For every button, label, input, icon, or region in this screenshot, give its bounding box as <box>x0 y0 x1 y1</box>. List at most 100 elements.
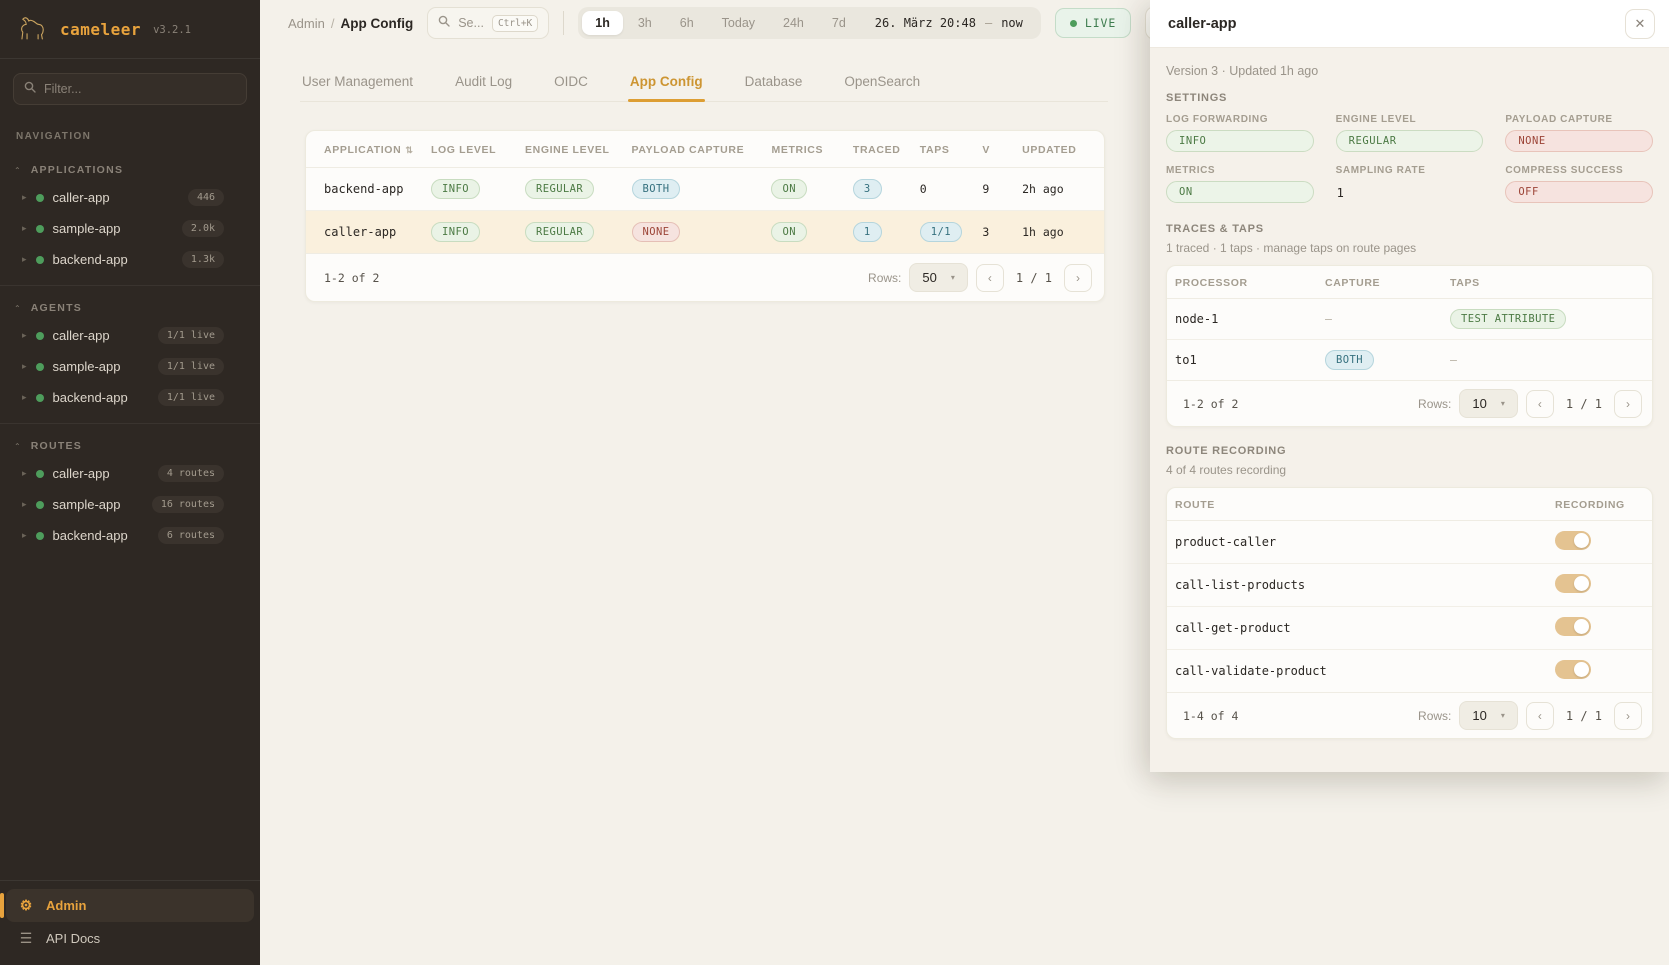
table-cell: call-get-product <box>1167 607 1547 650</box>
sidebar-section-agents: ⌃AGENTS▸caller-app1/1 live▸sample-app1/1… <box>0 285 260 423</box>
field-label: SAMPLING RATE <box>1336 165 1484 176</box>
sidebar-item-caller-app[interactable]: ▸caller-app4 routes <box>0 458 260 489</box>
column-label: LOG LEVEL <box>431 144 496 156</box>
status-badge: NONE <box>632 222 681 242</box>
chevron-right-icon: ▸ <box>22 393 27 402</box>
app-logo-row: cameleer v3.2.1 <box>0 0 260 59</box>
table-cell: 0 <box>912 168 975 211</box>
field-label: PAYLOAD CAPTURE <box>1505 114 1653 125</box>
item-name: sample-app <box>53 497 121 512</box>
column-header-engine-level: ENGINE LEVEL <box>517 131 624 168</box>
settings-grid: LOG FORWARDINGINFOENGINE LEVELREGULARPAY… <box>1166 114 1653 205</box>
table-cell: 3 <box>974 211 1014 254</box>
field-label: ENGINE LEVEL <box>1336 114 1484 125</box>
time-range-1h[interactable]: 1h <box>582 11 623 35</box>
tab-audit-log[interactable]: Audit Log <box>453 70 514 101</box>
status-dot-icon <box>36 501 44 509</box>
tab-user-management[interactable]: User Management <box>300 70 415 101</box>
status-badge: ON <box>771 222 806 242</box>
item-count-badge: 1/1 live <box>158 327 224 344</box>
tab-app-config[interactable]: App Config <box>628 70 705 101</box>
sidebar-item-sample-app[interactable]: ▸sample-app1/1 live <box>0 351 260 382</box>
item-count-badge: 1/1 live <box>158 389 224 406</box>
date-range-display[interactable]: 26. März 20:48 — now <box>861 16 1037 30</box>
recording-toggle[interactable] <box>1555 660 1591 679</box>
table-row[interactable]: caller-appINFOREGULARNONEON11/131h ago <box>306 211 1104 254</box>
recording-subtitle: 4 of 4 routes recording <box>1166 463 1653 477</box>
column-label: UPDATED <box>1022 144 1076 156</box>
column-label: PAYLOAD CAPTURE <box>632 144 745 156</box>
column-label: TAPS <box>1450 277 1480 289</box>
applications-table: APPLICATION⇅ LOG LEVEL ENGINE LEVEL PAYLOAD… <box>306 131 1104 254</box>
column-header-recording: RECORDING <box>1547 488 1652 521</box>
sidebar-item-backend-app[interactable]: ▸backend-app1/1 live <box>0 382 260 413</box>
live-button[interactable]: LIVE <box>1055 8 1131 38</box>
chevron-right-icon: ▸ <box>22 469 27 478</box>
rows-per-page-select[interactable]: 50 ▾ <box>909 263 967 292</box>
table-row[interactable]: backend-appINFOREGULARBOTHON3092h ago <box>306 168 1104 211</box>
chevron-up-icon: ⌃ <box>14 167 21 175</box>
next-page-button[interactable]: › <box>1614 702 1642 730</box>
table-cell: NONE <box>624 211 764 254</box>
filter-input[interactable] <box>44 82 236 96</box>
breadcrumb-parent[interactable]: Admin <box>288 16 325 31</box>
table-row: to1BOTH— <box>1167 340 1652 381</box>
time-range-7d[interactable]: 7d <box>819 11 859 35</box>
global-search[interactable]: Se... Ctrl+K <box>427 7 549 39</box>
section-header-applications[interactable]: ⌃APPLICATIONS <box>0 156 260 182</box>
prev-page-button[interactable]: ‹ <box>1526 390 1554 418</box>
recording-toggle[interactable] <box>1555 531 1591 550</box>
sidebar-item-backend-app[interactable]: ▸backend-app1.3k <box>0 244 260 275</box>
rows-per-page-select[interactable]: 10 ▾ <box>1459 701 1517 730</box>
section-header-routes[interactable]: ⌃ROUTES <box>0 432 260 458</box>
status-badge: BOTH <box>1325 350 1374 370</box>
divider <box>563 11 564 35</box>
sidebar-item-admin[interactable]: ⚙ Admin <box>6 889 254 922</box>
tab-oidc[interactable]: OIDC <box>552 70 590 101</box>
item-label: Admin <box>46 898 86 913</box>
field-label: LOG FORWARDING <box>1166 114 1314 125</box>
column-label: ENGINE LEVEL <box>525 144 610 156</box>
sidebar-item-api-docs[interactable]: ☰API Docs <box>6 922 254 955</box>
sidebar-filter[interactable] <box>13 73 247 105</box>
cell-value: 9 <box>982 182 989 196</box>
sidebar-item-backend-app[interactable]: ▸backend-app6 routes <box>0 520 260 551</box>
prev-page-button[interactable]: ‹ <box>976 264 1004 292</box>
table-cell: call-list-products <box>1167 564 1547 607</box>
recording-toggle[interactable] <box>1555 574 1591 593</box>
sidebar-item-sample-app[interactable]: ▸sample-app2.0k <box>0 213 260 244</box>
cell-value: 0 <box>920 182 927 196</box>
sidebar-item-sample-app[interactable]: ▸sample-app16 routes <box>0 489 260 520</box>
search-icon <box>24 80 36 98</box>
column-label: TRACED <box>853 144 901 156</box>
column-header-v: V <box>974 131 1014 168</box>
cell-value: backend-app <box>324 182 403 196</box>
tab-database[interactable]: Database <box>743 70 805 101</box>
next-page-button[interactable]: › <box>1614 390 1642 418</box>
sidebar-item-caller-app[interactable]: ▸caller-app446 <box>0 182 260 213</box>
recording-toggle[interactable] <box>1555 617 1591 636</box>
page-indicator: 1 / 1 <box>1566 397 1602 411</box>
page-indicator: 1 / 1 <box>1016 271 1052 285</box>
item-name: backend-app <box>53 252 128 267</box>
rows-per-page-select[interactable]: 10 ▾ <box>1459 389 1517 418</box>
prev-page-button[interactable]: ‹ <box>1526 702 1554 730</box>
table-cell: call-validate-product <box>1167 650 1547 693</box>
item-count-badge: 1.3k <box>182 251 224 268</box>
section-header-agents[interactable]: ⌃AGENTS <box>0 294 260 320</box>
cell-value: 3 <box>982 225 989 239</box>
time-range-6h[interactable]: 6h <box>667 11 707 35</box>
chevron-down-icon: ▾ <box>1501 399 1505 408</box>
traces-subtitle: 1 traced · 1 taps · manage taps on route… <box>1166 241 1653 255</box>
time-range-today[interactable]: Today <box>709 11 768 35</box>
next-page-button[interactable]: › <box>1064 264 1092 292</box>
tab-opensearch[interactable]: OpenSearch <box>842 70 922 101</box>
app-version: v3.2.1 <box>153 24 191 36</box>
close-button[interactable]: ✕ <box>1625 9 1655 39</box>
chevron-right-icon: ▸ <box>22 331 27 340</box>
column-header-application[interactable]: APPLICATION⇅ <box>306 131 423 168</box>
gear-icon: ⚙ <box>18 897 34 914</box>
time-range-24h[interactable]: 24h <box>770 11 817 35</box>
sidebar-item-caller-app[interactable]: ▸caller-app1/1 live <box>0 320 260 351</box>
time-range-3h[interactable]: 3h <box>625 11 665 35</box>
